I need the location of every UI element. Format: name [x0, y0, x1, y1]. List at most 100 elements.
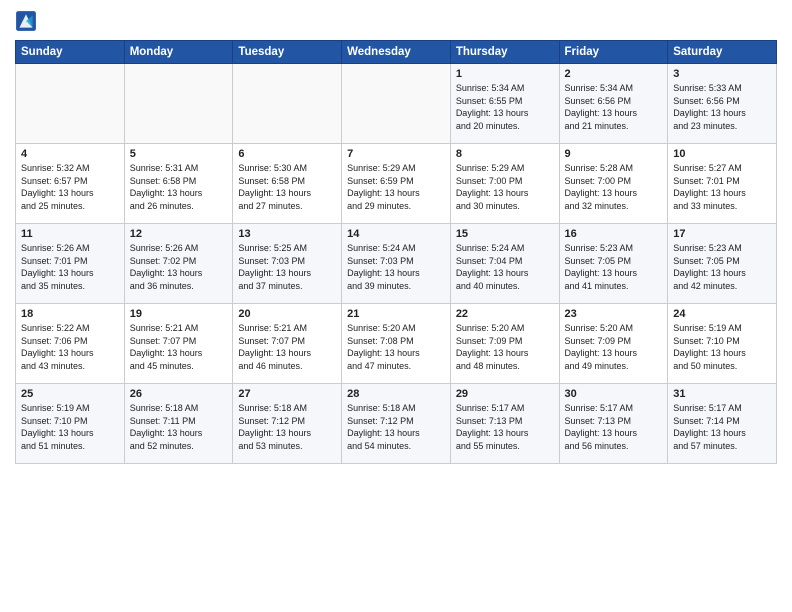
cell-info: Sunrise: 5:25 AM Sunset: 7:03 PM Dayligh…	[238, 242, 336, 292]
day-header-monday: Monday	[124, 41, 233, 64]
calendar-cell: 14 Sunrise: 5:24 AM Sunset: 7:03 PM Dayli…	[342, 224, 451, 304]
cell-info: Sunrise: 5:20 AM Sunset: 7:09 PM Dayligh…	[565, 322, 663, 372]
cell-info: Sunrise: 5:24 AM Sunset: 7:03 PM Dayligh…	[347, 242, 445, 292]
calendar-cell: 16 Sunrise: 5:23 AM Sunset: 7:05 PM Dayli…	[559, 224, 668, 304]
day-number: 15	[456, 228, 554, 240]
day-number: 23	[565, 308, 663, 320]
calendar-cell: 29 Sunrise: 5:17 AM Sunset: 7:13 PM Dayli…	[450, 384, 559, 464]
cell-info: Sunrise: 5:20 AM Sunset: 7:09 PM Dayligh…	[456, 322, 554, 372]
cell-info: Sunrise: 5:34 AM Sunset: 6:56 PM Dayligh…	[565, 82, 663, 132]
calendar-week-4: 18 Sunrise: 5:22 AM Sunset: 7:06 PM Dayli…	[16, 304, 777, 384]
calendar-cell: 13 Sunrise: 5:25 AM Sunset: 7:03 PM Dayli…	[233, 224, 342, 304]
day-number: 17	[673, 228, 771, 240]
calendar-header-row: SundayMondayTuesdayWednesdayThursdayFrid…	[16, 41, 777, 64]
day-number: 29	[456, 388, 554, 400]
calendar-cell: 8Sunrise: 5:29 AM Sunset: 7:00 PM Daylig…	[450, 144, 559, 224]
day-header-wednesday: Wednesday	[342, 41, 451, 64]
calendar-week-2: 4 Sunrise: 5:32 AM Sunset: 6:57 PM Daylig…	[16, 144, 777, 224]
cell-info: Sunrise: 5:28 AM Sunset: 7:00 PM Dayligh…	[565, 162, 663, 212]
cell-info: Sunrise: 5:22 AM Sunset: 7:06 PM Dayligh…	[21, 322, 119, 372]
cell-info: Sunrise: 5:32 AM Sunset: 6:57 PM Dayligh…	[21, 162, 119, 212]
calendar-cell: 26 Sunrise: 5:18 AM Sunset: 7:11 PM Dayli…	[124, 384, 233, 464]
day-number: 30	[565, 388, 663, 400]
cell-info: Sunrise: 5:21 AM Sunset: 7:07 PM Dayligh…	[238, 322, 336, 372]
calendar-week-1: 1 Sunrise: 5:34 AM Sunset: 6:55 PM Daylig…	[16, 64, 777, 144]
day-number: 12	[130, 228, 228, 240]
cell-info: Sunrise: 5:34 AM Sunset: 6:55 PM Dayligh…	[456, 82, 554, 132]
cell-info: Sunrise: 5:31 AM Sunset: 6:58 PM Dayligh…	[130, 162, 228, 212]
logo	[15, 10, 40, 32]
calendar-cell	[124, 64, 233, 144]
calendar-cell: 25Sunrise: 5:19 AM Sunset: 7:10 PM Dayli…	[16, 384, 125, 464]
calendar-cell: 20 Sunrise: 5:21 AM Sunset: 7:07 PM Dayli…	[233, 304, 342, 384]
day-number: 20	[238, 308, 336, 320]
day-number: 4	[21, 148, 119, 160]
day-number: 9	[565, 148, 663, 160]
day-number: 14	[347, 228, 445, 240]
day-number: 22	[456, 308, 554, 320]
day-number: 16	[565, 228, 663, 240]
cell-info: Sunrise: 5:26 AM Sunset: 7:01 PM Dayligh…	[21, 242, 119, 292]
calendar-cell: 5 Sunrise: 5:31 AM Sunset: 6:58 PM Daylig…	[124, 144, 233, 224]
calendar-cell: 30 Sunrise: 5:17 AM Sunset: 7:13 PM Dayli…	[559, 384, 668, 464]
cell-info: Sunrise: 5:23 AM Sunset: 7:05 PM Dayligh…	[565, 242, 663, 292]
day-number: 18	[21, 308, 119, 320]
cell-info: Sunrise: 5:18 AM Sunset: 7:12 PM Dayligh…	[238, 402, 336, 452]
calendar-cell: 2 Sunrise: 5:34 AM Sunset: 6:56 PM Daylig…	[559, 64, 668, 144]
day-number: 1	[456, 68, 554, 80]
calendar-cell: 28 Sunrise: 5:18 AM Sunset: 7:12 PM Dayli…	[342, 384, 451, 464]
day-number: 28	[347, 388, 445, 400]
cell-info: Sunrise: 5:17 AM Sunset: 7:13 PM Dayligh…	[565, 402, 663, 452]
calendar-cell: 17 Sunrise: 5:23 AM Sunset: 7:05 PM Dayli…	[668, 224, 777, 304]
cell-info: Sunrise: 5:24 AM Sunset: 7:04 PM Dayligh…	[456, 242, 554, 292]
day-number: 21	[347, 308, 445, 320]
cell-info: Sunrise: 5:20 AM Sunset: 7:08 PM Dayligh…	[347, 322, 445, 372]
cell-info: Sunrise: 5:18 AM Sunset: 7:11 PM Dayligh…	[130, 402, 228, 452]
calendar-cell: 3 Sunrise: 5:33 AM Sunset: 6:56 PM Daylig…	[668, 64, 777, 144]
calendar-week-3: 11 Sunrise: 5:26 AM Sunset: 7:01 PM Dayli…	[16, 224, 777, 304]
calendar-cell: 15 Sunrise: 5:24 AM Sunset: 7:04 PM Dayli…	[450, 224, 559, 304]
calendar-cell: 22 Sunrise: 5:20 AM Sunset: 7:09 PM Dayli…	[450, 304, 559, 384]
calendar-cell: 12 Sunrise: 5:26 AM Sunset: 7:02 PM Dayli…	[124, 224, 233, 304]
day-number: 31	[673, 388, 771, 400]
calendar-table: SundayMondayTuesdayWednesdayThursdayFrid…	[15, 40, 777, 464]
calendar-cell: 23 Sunrise: 5:20 AM Sunset: 7:09 PM Dayli…	[559, 304, 668, 384]
calendar-week-5: 25Sunrise: 5:19 AM Sunset: 7:10 PM Dayli…	[16, 384, 777, 464]
calendar-cell: 7Sunrise: 5:29 AM Sunset: 6:59 PM Daylig…	[342, 144, 451, 224]
day-number: 5	[130, 148, 228, 160]
day-number: 27	[238, 388, 336, 400]
calendar-cell: 11 Sunrise: 5:26 AM Sunset: 7:01 PM Dayli…	[16, 224, 125, 304]
cell-info: Sunrise: 5:26 AM Sunset: 7:02 PM Dayligh…	[130, 242, 228, 292]
day-header-thursday: Thursday	[450, 41, 559, 64]
cell-info: Sunrise: 5:17 AM Sunset: 7:14 PM Dayligh…	[673, 402, 771, 452]
day-header-saturday: Saturday	[668, 41, 777, 64]
day-number: 3	[673, 68, 771, 80]
day-number: 25	[21, 388, 119, 400]
logo-icon	[15, 10, 37, 32]
calendar-cell: 21 Sunrise: 5:20 AM Sunset: 7:08 PM Dayli…	[342, 304, 451, 384]
cell-info: Sunrise: 5:29 AM Sunset: 6:59 PM Dayligh…	[347, 162, 445, 212]
cell-info: Sunrise: 5:33 AM Sunset: 6:56 PM Dayligh…	[673, 82, 771, 132]
day-number: 11	[21, 228, 119, 240]
cell-info: Sunrise: 5:17 AM Sunset: 7:13 PM Dayligh…	[456, 402, 554, 452]
cell-info: Sunrise: 5:23 AM Sunset: 7:05 PM Dayligh…	[673, 242, 771, 292]
calendar-page: SundayMondayTuesdayWednesdayThursdayFrid…	[0, 0, 792, 612]
cell-info: Sunrise: 5:18 AM Sunset: 7:12 PM Dayligh…	[347, 402, 445, 452]
day-number: 10	[673, 148, 771, 160]
calendar-cell: 4 Sunrise: 5:32 AM Sunset: 6:57 PM Daylig…	[16, 144, 125, 224]
calendar-cell	[16, 64, 125, 144]
calendar-cell: 10Sunrise: 5:27 AM Sunset: 7:01 PM Dayli…	[668, 144, 777, 224]
day-number: 26	[130, 388, 228, 400]
day-number: 13	[238, 228, 336, 240]
calendar-cell	[233, 64, 342, 144]
day-number: 8	[456, 148, 554, 160]
calendar-cell	[342, 64, 451, 144]
cell-info: Sunrise: 5:21 AM Sunset: 7:07 PM Dayligh…	[130, 322, 228, 372]
cell-info: Sunrise: 5:19 AM Sunset: 7:10 PM Dayligh…	[673, 322, 771, 372]
cell-info: Sunrise: 5:30 AM Sunset: 6:58 PM Dayligh…	[238, 162, 336, 212]
calendar-cell: 1 Sunrise: 5:34 AM Sunset: 6:55 PM Daylig…	[450, 64, 559, 144]
calendar-cell: 18 Sunrise: 5:22 AM Sunset: 7:06 PM Dayli…	[16, 304, 125, 384]
day-header-sunday: Sunday	[16, 41, 125, 64]
calendar-cell: 19Sunrise: 5:21 AM Sunset: 7:07 PM Dayli…	[124, 304, 233, 384]
day-number: 2	[565, 68, 663, 80]
